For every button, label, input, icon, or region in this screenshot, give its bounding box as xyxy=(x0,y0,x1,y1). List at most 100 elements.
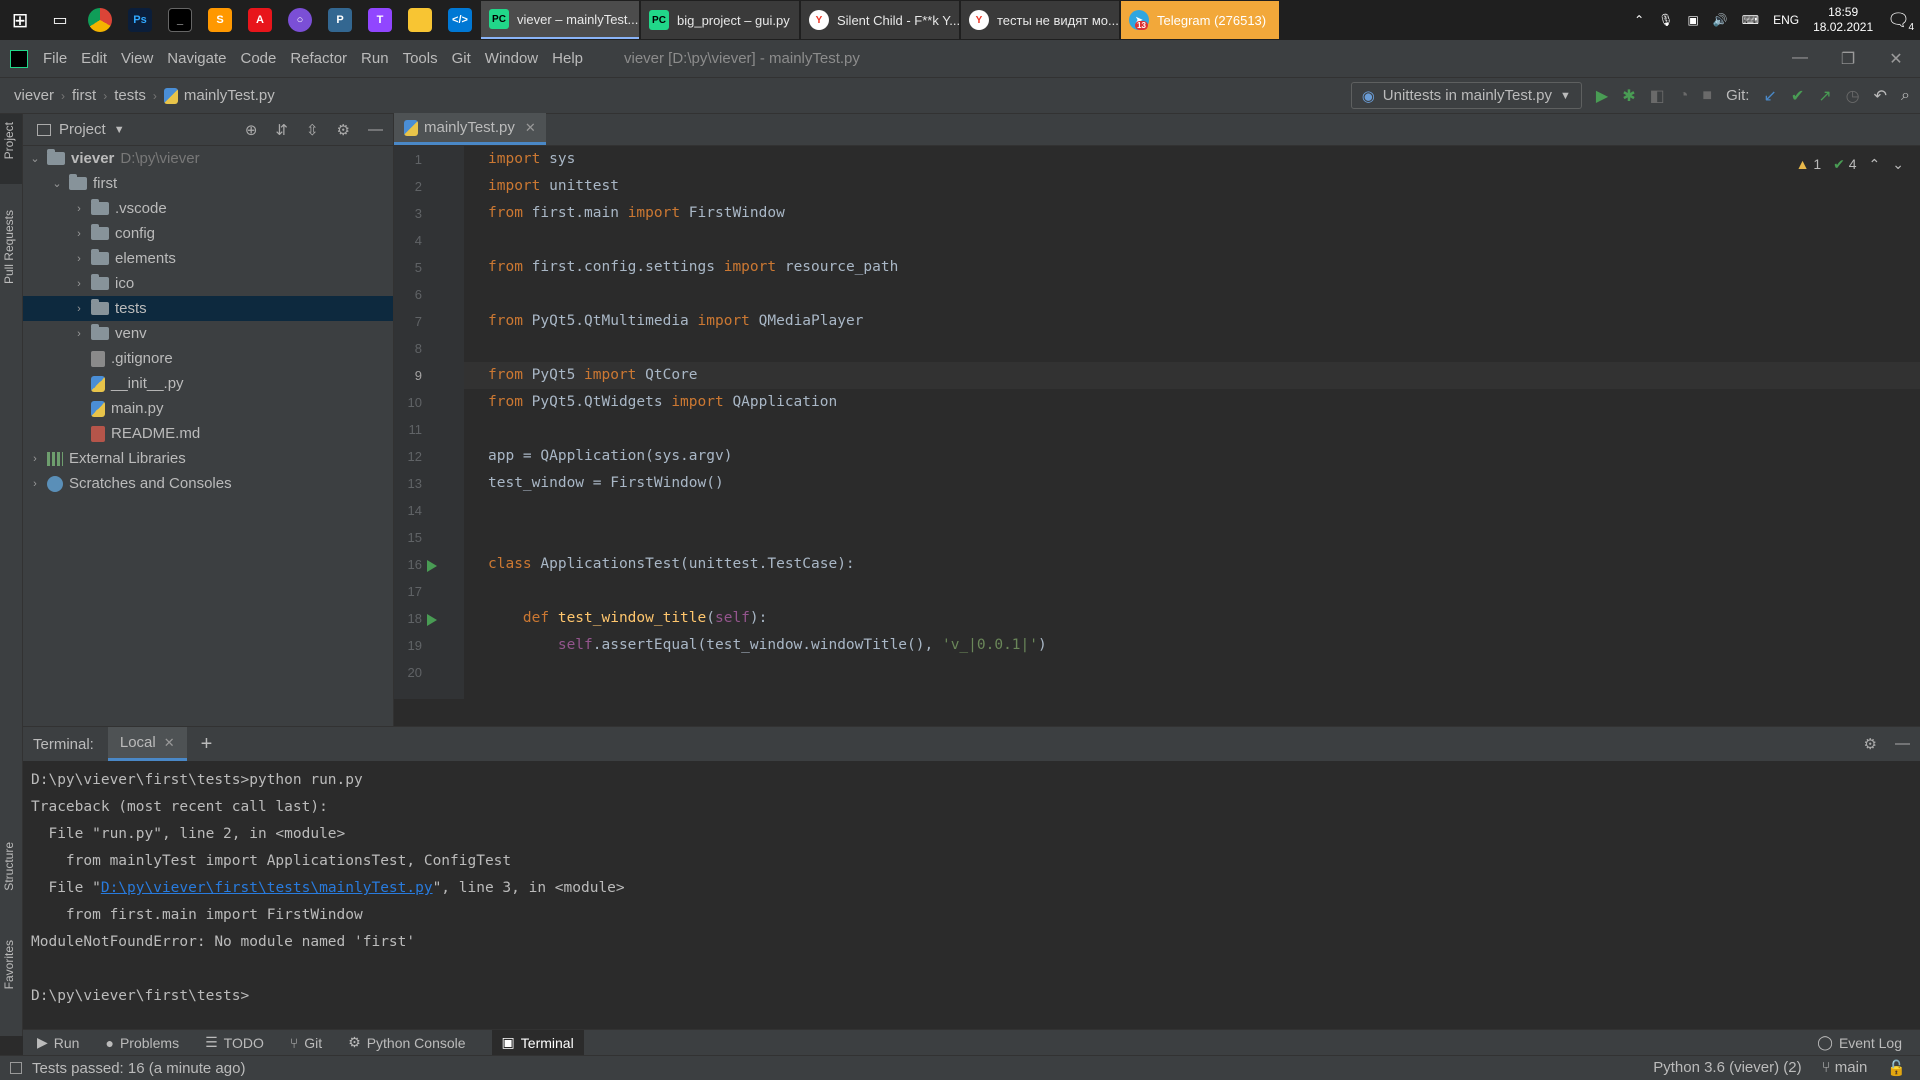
stripe-tab-pull-requests[interactable]: Pull Requests xyxy=(2,210,16,284)
stripe-tab-project[interactable]: Project xyxy=(2,122,16,159)
close-tab-icon[interactable]: ✕ xyxy=(164,735,175,751)
acrobat-icon[interactable]: A xyxy=(240,0,280,40)
tool-window-python-console[interactable]: ⚙ Python Console xyxy=(348,1034,465,1051)
lock-icon[interactable]: 🔓 xyxy=(1887,1059,1906,1077)
tree-item-elements[interactable]: › elements xyxy=(23,246,393,271)
chevron-right-icon[interactable]: › xyxy=(71,278,87,290)
run-configuration-select[interactable]: ◉ Unittests in mainlyTest.py ▼ xyxy=(1350,82,1582,109)
menu-refactor[interactable]: Refactor xyxy=(283,50,354,67)
debug-icon[interactable]: ✱ xyxy=(1622,86,1635,106)
chevron-right-icon[interactable]: › xyxy=(71,228,87,240)
menu-navigate[interactable]: Navigate xyxy=(160,50,233,67)
tree-item-config[interactable]: › config xyxy=(23,221,393,246)
tree-item-gitignore[interactable]: .gitignore xyxy=(23,346,393,371)
terminal-file-link[interactable]: D:\py\viever\first\tests\mainlyTest.py xyxy=(101,880,433,896)
chevron-right-icon[interactable]: › xyxy=(27,453,43,465)
menu-help[interactable]: Help xyxy=(545,50,590,67)
chevron-down-icon[interactable]: ⌄ xyxy=(27,152,43,165)
taskbar-task-pycharm-big-project[interactable]: PC big_project – gui.py xyxy=(641,1,799,39)
tool-window-todo[interactable]: ☰ TODO xyxy=(205,1034,264,1051)
taskbar-task-yandex-music[interactable]: Y Silent Child - F**k Y... xyxy=(801,1,959,39)
menu-edit[interactable]: Edit xyxy=(74,50,114,67)
gear-icon[interactable]: ⚙ xyxy=(337,121,350,139)
gear-icon[interactable]: ⚙ xyxy=(1864,735,1877,753)
run-icon[interactable]: ▶ xyxy=(1596,86,1608,106)
tree-item-external-libraries[interactable]: › External Libraries xyxy=(23,446,393,471)
hide-panel-icon[interactable]: — xyxy=(1895,735,1910,753)
git-branch-widget[interactable]: ⑂ main xyxy=(1822,1059,1868,1077)
run-test-class-icon[interactable] xyxy=(427,560,437,572)
chevron-down-icon[interactable]: ⌄ xyxy=(49,177,65,190)
tree-item-venv[interactable]: › venv xyxy=(23,321,393,346)
tool-window-git[interactable]: ⑂ Git xyxy=(290,1035,322,1051)
coverage-icon[interactable]: ◧ xyxy=(1650,86,1665,106)
git-update-icon[interactable]: ↙ xyxy=(1763,86,1776,106)
git-history-icon[interactable]: ◷ xyxy=(1846,86,1860,106)
tree-item-vscode[interactable]: › .vscode xyxy=(23,196,393,221)
locate-file-icon[interactable]: ⊕ xyxy=(245,121,258,139)
run-test-method-icon[interactable] xyxy=(427,614,437,626)
close-tab-icon[interactable]: ✕ xyxy=(525,120,536,136)
tool-window-problems[interactable]: ● Problems xyxy=(105,1035,179,1051)
tool-window-event-log[interactable]: ◯ Event Log xyxy=(1817,1034,1902,1051)
network-icon[interactable]: ▣ xyxy=(1687,13,1698,27)
tree-item-ico[interactable]: › ico xyxy=(23,271,393,296)
tree-item-root[interactable]: ⌄ viever D:\py\viever xyxy=(23,146,393,171)
taskbar-task-yandex-search[interactable]: Y тесты не видят мо... xyxy=(961,1,1119,39)
chevron-right-icon[interactable]: › xyxy=(71,303,87,315)
photoshop-icon[interactable]: Ps xyxy=(120,0,160,40)
tray-chevron-up-icon[interactable]: ⌃ xyxy=(1634,13,1644,27)
minimize-icon[interactable]: — xyxy=(1776,49,1824,69)
microphone-icon[interactable]: 🎙 xyxy=(1658,13,1673,27)
chrome-icon[interactable] xyxy=(80,0,120,40)
project-view-title[interactable]: Project xyxy=(59,121,106,138)
language-indicator[interactable]: ENG xyxy=(1773,13,1799,27)
chevron-right-icon[interactable]: › xyxy=(27,478,43,490)
taskbar-task-telegram[interactable]: ➤ 13 Telegram (276513) xyxy=(1121,1,1279,39)
menu-view[interactable]: View xyxy=(114,50,160,67)
chevron-right-icon[interactable]: › xyxy=(71,253,87,265)
messenger-icon[interactable]: ○ xyxy=(280,0,320,40)
sublime-icon[interactable]: S xyxy=(200,0,240,40)
tree-item-main[interactable]: main.py xyxy=(23,396,393,421)
tool-window-terminal[interactable]: ▣ Terminal xyxy=(491,1029,584,1056)
restore-icon[interactable]: ❐ xyxy=(1824,49,1872,69)
stripe-tab-favorites[interactable]: Favorites xyxy=(2,940,16,989)
breadcrumb-tests[interactable]: tests xyxy=(114,87,146,104)
breadcrumb-viever[interactable]: viever xyxy=(14,87,54,104)
tree-item-readme[interactable]: README.md xyxy=(23,421,393,446)
git-push-icon[interactable]: ↗ xyxy=(1818,86,1831,106)
breadcrumb-file[interactable]: mainlyTest.py xyxy=(184,87,275,104)
expand-all-icon[interactable]: ⇵ xyxy=(275,121,288,139)
chevron-up-icon[interactable]: ⌃ xyxy=(1869,156,1881,173)
pgadmin-icon[interactable]: P xyxy=(320,0,360,40)
git-commit-icon[interactable]: ✔ xyxy=(1791,86,1804,106)
status-message[interactable]: Tests passed: 16 (a minute ago) xyxy=(32,1060,245,1077)
tree-item-tests[interactable]: › tests xyxy=(23,296,393,321)
hide-panel-icon[interactable]: — xyxy=(368,121,383,139)
menu-run[interactable]: Run xyxy=(354,50,396,67)
tree-item-first[interactable]: ⌄ first xyxy=(23,171,393,196)
notifications-icon[interactable]: 🗨 4 xyxy=(1887,10,1914,33)
chevron-down-icon[interactable]: ⌄ xyxy=(1892,156,1904,173)
python-interpreter[interactable]: Python 3.6 (viever) (2) xyxy=(1653,1059,1801,1077)
terminal-app-icon[interactable]: _ xyxy=(160,0,200,40)
taskbar-task-pycharm-viever[interactable]: PC viever – mainlyTest.... xyxy=(481,1,639,39)
status-toggle-icon[interactable] xyxy=(10,1062,22,1074)
clock[interactable]: 18:59 18.02.2021 xyxy=(1813,5,1873,35)
stop-icon[interactable]: ■ xyxy=(1702,87,1712,105)
code-area[interactable]: import sys import unittest from first.ma… xyxy=(464,146,1920,699)
rollback-icon[interactable]: ↶ xyxy=(1874,86,1887,106)
tree-item-scratches[interactable]: › Scratches and Consoles xyxy=(23,471,393,496)
collapse-all-icon[interactable]: ⇳ xyxy=(306,121,319,139)
inspection-widget[interactable]: ▲ 1 ✔ 4 ⌃ ⌄ xyxy=(1796,156,1904,173)
close-icon[interactable]: ✕ xyxy=(1872,49,1920,69)
twitch-icon[interactable]: T xyxy=(360,0,400,40)
profile-icon[interactable]: ◔ xyxy=(1679,87,1689,105)
terminal-tab-local[interactable]: Local ✕ xyxy=(107,727,187,761)
chevron-right-icon[interactable]: › xyxy=(71,203,87,215)
windows-start-icon[interactable]: ⊞ xyxy=(0,0,40,40)
keyboard-icon[interactable]: ⌨ xyxy=(1742,13,1759,27)
breadcrumb-first[interactable]: first xyxy=(72,87,96,104)
tool-window-run[interactable]: ▶ Run xyxy=(37,1034,79,1051)
